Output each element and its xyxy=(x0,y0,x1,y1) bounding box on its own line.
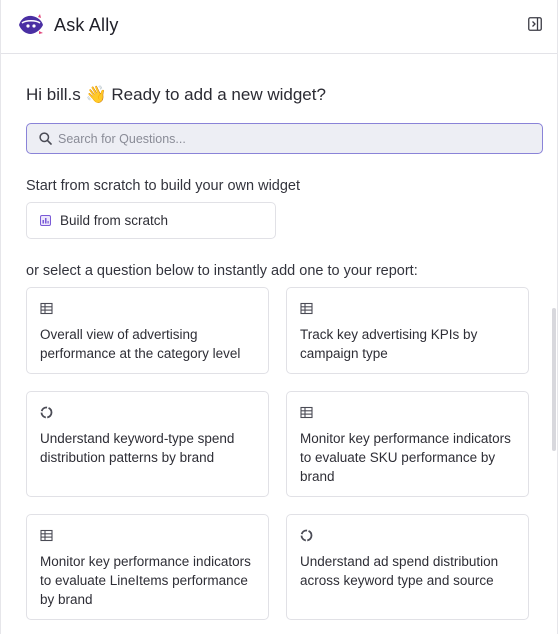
table-icon xyxy=(40,302,53,315)
question-card[interactable]: Monitor key performance indicators to ev… xyxy=(286,391,529,497)
question-text: Overall view of advertising performance … xyxy=(40,327,241,361)
scrollbar[interactable] xyxy=(552,308,556,451)
donut-chart-icon xyxy=(300,529,313,542)
greeting-text: Hi bill.s 👋 Ready to add a new widget? xyxy=(26,85,326,104)
question-text: Monitor key performance indicators to ev… xyxy=(40,554,251,607)
search-input[interactable] xyxy=(58,131,528,146)
question-card[interactable]: Understand ad spend distribution across … xyxy=(286,514,529,620)
panel-collapse-icon[interactable] xyxy=(528,17,542,31)
question-text: Monitor key performance indicators to ev… xyxy=(300,431,511,484)
question-card[interactable]: Monitor key performance indicators to ev… xyxy=(26,514,269,620)
table-icon xyxy=(300,406,313,419)
question-text: Track key advertising KPIs by campaign t… xyxy=(300,327,478,361)
question-card[interactable]: Understand keyword-type spend distributi… xyxy=(26,391,269,497)
panel-header: Ask Ally xyxy=(1,0,557,54)
build-icon xyxy=(40,215,51,226)
search-box[interactable] xyxy=(26,123,543,154)
ally-logo-icon xyxy=(19,14,43,34)
question-card[interactable]: Track key advertising KPIs by campaign t… xyxy=(286,287,529,374)
scratch-section-label: Start from scratch to build your own wid… xyxy=(26,178,301,194)
ask-ally-panel: Ask Ally Hi bill.s 👋 Ready to add a new … xyxy=(0,0,558,634)
build-from-scratch-button[interactable]: Build from scratch xyxy=(26,202,276,239)
donut-chart-icon xyxy=(40,406,53,419)
question-card[interactable]: Overall view of advertising performance … xyxy=(26,287,269,374)
table-icon xyxy=(300,302,313,315)
app-title: Ask Ally xyxy=(54,15,119,35)
questions-section-label: or select a question below to instantly … xyxy=(26,263,418,279)
question-text: Understand ad spend distribution across … xyxy=(300,554,499,588)
question-text: Understand keyword-type spend distributi… xyxy=(40,431,235,465)
table-icon xyxy=(40,529,53,542)
build-from-scratch-label: Build from scratch xyxy=(60,213,169,228)
panel-content: Hi bill.s 👋 Ready to add a new widget? S… xyxy=(1,54,557,634)
search-icon xyxy=(39,132,52,145)
